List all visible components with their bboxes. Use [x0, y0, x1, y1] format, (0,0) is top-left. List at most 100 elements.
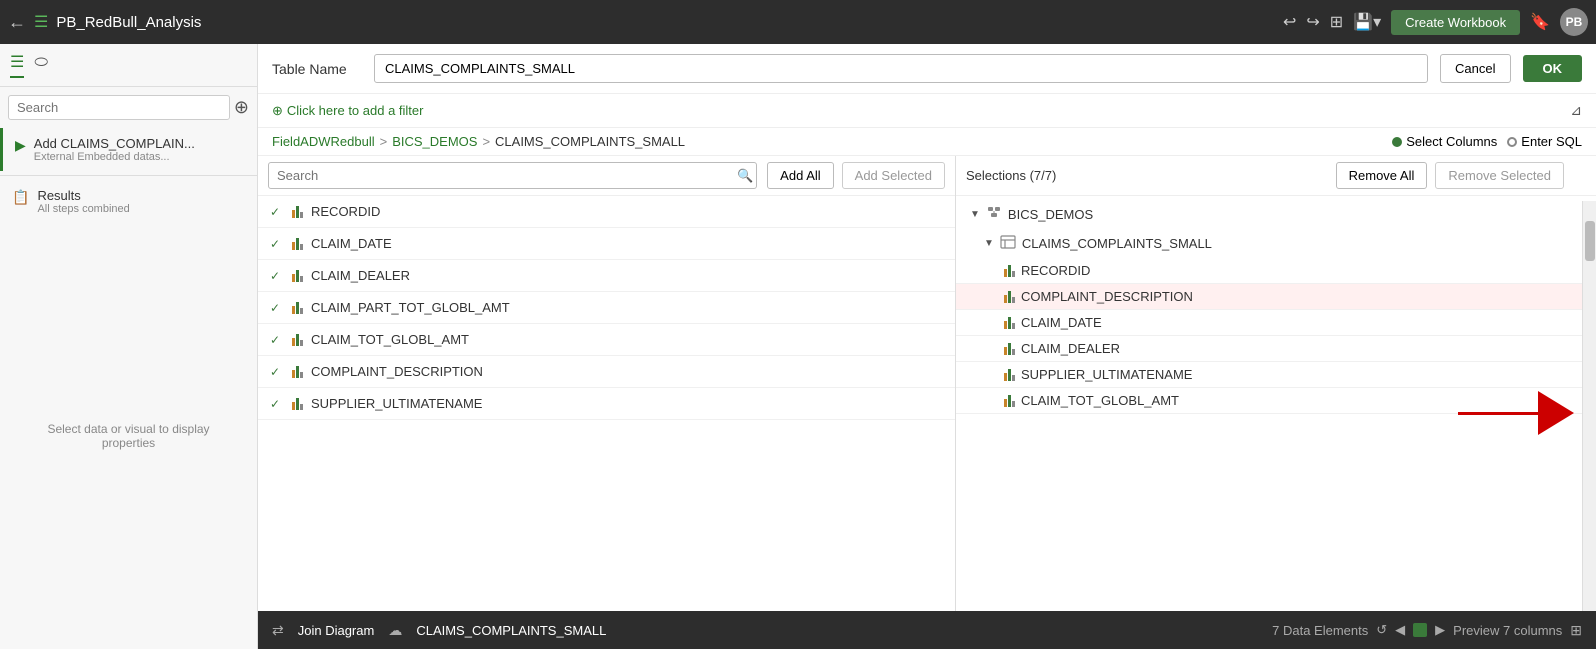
table-name-input[interactable]: [374, 54, 1428, 83]
avatar[interactable]: PB: [1560, 8, 1588, 36]
field-bar-icon: [292, 366, 303, 378]
bottom-right: 7 Data Elements ↺ ◀ ▶ Preview 7 columns …: [1272, 622, 1582, 639]
breadcrumb-row: FieldADWRedbull > BICS_DEMOS > CLAIMS_CO…: [258, 128, 1596, 156]
field-item-supplier[interactable]: ✓ SUPPLIER_ULTIMATENAME: [258, 388, 955, 420]
sidebar-search-input[interactable]: [8, 95, 230, 120]
field-item-recordid[interactable]: ✓ RECORDID: [258, 196, 955, 228]
select-columns-option[interactable]: Select Columns: [1392, 134, 1497, 149]
sidebar-tab-layers[interactable]: ☰: [10, 52, 24, 78]
tree-field-supplier[interactable]: SUPPLIER_ULTIMATENAME: [956, 362, 1596, 388]
breadcrumb-part1[interactable]: FieldADWRedbull: [272, 134, 375, 149]
preview-label: Preview 7 columns: [1453, 623, 1562, 638]
table-icon: [1000, 234, 1016, 253]
redo-button[interactable]: ↪: [1306, 12, 1319, 32]
field-bar-icon: [292, 206, 303, 218]
filter-funnel-icon[interactable]: ⊿: [1570, 102, 1582, 119]
schema-icon: [986, 205, 1002, 224]
tree-field-claim-dealer[interactable]: CLAIM_DEALER: [956, 336, 1596, 362]
field-item-complaint-desc[interactable]: ✓ COMPLAINT_DESCRIPTION: [258, 356, 955, 388]
sidebar-item-add-claims[interactable]: ▶ Add CLAIMS_COMPLAIN... External Embedd…: [0, 128, 257, 171]
check-icon: ✓: [270, 333, 284, 347]
save-button[interactable]: 💾▾: [1353, 12, 1381, 32]
add-all-button[interactable]: Add All: [767, 162, 833, 189]
field-bar-icon: [292, 238, 303, 250]
add-filter-button[interactable]: ⊕ Click here to add a filter: [272, 103, 423, 119]
sidebar-tab-shape[interactable]: ⬭: [34, 54, 48, 76]
field-name: COMPLAINT_DESCRIPTION: [311, 364, 483, 379]
field-label: COMPLAINT_DESCRIPTION: [1021, 289, 1193, 304]
field-bar-icon: [1004, 369, 1015, 381]
content-area: Table Name Cancel OK ⊕ Click here to add…: [258, 44, 1596, 649]
add-filter-plus-icon: ⊕: [272, 103, 283, 119]
preview-green-box[interactable]: [1413, 623, 1427, 637]
selections-title: Selections (7/7): [966, 168, 1328, 183]
field-item-claim-dealer[interactable]: ✓ CLAIM_DEALER: [258, 260, 955, 292]
tree-field-claim-tot[interactable]: CLAIM_TOT_GLOBL_AMT: [956, 388, 1596, 414]
field-bar-icon: [1004, 317, 1015, 329]
remove-selected-button[interactable]: Remove Selected: [1435, 162, 1564, 189]
grid-icon[interactable]: ⊞: [1570, 622, 1582, 639]
ok-button[interactable]: OK: [1523, 55, 1583, 82]
tree-field-recordid[interactable]: RECORDID: [956, 258, 1596, 284]
bottom-bar: ⇄ Join Diagram ☁ CLAIMS_COMPLAINTS_SMALL…: [258, 611, 1596, 649]
nav-right-icon[interactable]: ▶: [1435, 622, 1445, 638]
enter-sql-label: Enter SQL: [1521, 134, 1582, 149]
scrollbar-thumb[interactable]: [1585, 221, 1595, 261]
check-icon: ✓: [270, 269, 284, 283]
check-icon: ✓: [270, 237, 284, 251]
sidebar-add-button[interactable]: ⊕: [234, 97, 249, 118]
field-item-claim-tot[interactable]: ✓ CLAIM_TOT_GLOBL_AMT: [258, 324, 955, 356]
radio-dot-empty: [1507, 137, 1517, 147]
app-title: PB_RedBull_Analysis: [56, 14, 1275, 31]
tree-field-complaint-desc[interactable]: COMPLAINT_DESCRIPTION: [956, 284, 1596, 310]
selection-tree: ▼ BICS_DEMOS ▼ CLAIMS_COMPLAINTS_SMALL: [956, 196, 1596, 611]
data-elements-label: 7 Data Elements: [1272, 623, 1368, 638]
panels: 🔍 Add All Add Selected ✓ RECORDID ✓ CLAI…: [258, 156, 1596, 611]
enter-sql-option[interactable]: Enter SQL: [1507, 134, 1582, 149]
top-actions: ↩ ↪ ⊞ 💾▾ Create Workbook 🔖 PB: [1283, 8, 1588, 36]
tree-node-claims-table[interactable]: ▼ CLAIMS_COMPLAINTS_SMALL: [956, 229, 1596, 258]
breadcrumb-sep2: >: [482, 134, 490, 149]
undo-button[interactable]: ↩: [1283, 12, 1296, 32]
create-workbook-button[interactable]: Create Workbook: [1391, 10, 1520, 35]
join-diagram-label[interactable]: Join Diagram: [298, 623, 375, 638]
table-label[interactable]: CLAIMS_COMPLAINTS_SMALL: [416, 623, 606, 638]
frame-button[interactable]: ⊞: [1330, 12, 1343, 32]
sidebar-search-row: ⊕: [0, 87, 257, 128]
right-panel: Selections (7/7) Remove All Remove Selec…: [956, 156, 1596, 611]
field-bar-icon: [292, 302, 303, 314]
field-item-claim-date[interactable]: ✓ CLAIM_DATE: [258, 228, 955, 260]
remove-all-button[interactable]: Remove All: [1336, 162, 1428, 189]
sidebar-item-results[interactable]: 📋 Results All steps combined: [0, 180, 257, 223]
field-item-claim-part-tot[interactable]: ✓ CLAIM_PART_TOT_GLOBL_AMT: [258, 292, 955, 324]
cancel-button[interactable]: Cancel: [1440, 54, 1510, 83]
field-name: RECORDID: [311, 204, 380, 219]
breadcrumb-part2[interactable]: BICS_DEMOS: [392, 134, 477, 149]
right-scrollbar[interactable]: [1582, 201, 1596, 611]
bookmark-icon[interactable]: 🔖: [1530, 12, 1550, 32]
field-label: SUPPLIER_ULTIMATENAME: [1021, 367, 1192, 382]
tree-node-bics-demos[interactable]: ▼ BICS_DEMOS: [956, 200, 1596, 229]
field-search-input[interactable]: [268, 162, 757, 189]
join-diagram-icon[interactable]: ⇄: [272, 622, 284, 639]
table-name-label: Table Name: [272, 61, 362, 77]
field-bar-icon: [1004, 265, 1015, 277]
refresh-icon[interactable]: ↺: [1376, 622, 1387, 638]
table-name-row: Table Name Cancel OK: [258, 44, 1596, 94]
tree-field-claim-date[interactable]: CLAIM_DATE: [956, 310, 1596, 336]
field-name: SUPPLIER_ULTIMATENAME: [311, 396, 482, 411]
add-selected-button[interactable]: Add Selected: [842, 162, 945, 189]
breadcrumb-options: Select Columns Enter SQL: [1392, 134, 1582, 149]
back-button[interactable]: ←: [8, 12, 26, 33]
results-subtitle: All steps combined: [37, 203, 129, 215]
sidebar: ☰ ⬭ ⊕ ▶ Add CLAIMS_COMPLAIN... External …: [0, 44, 258, 649]
breadcrumb-sep1: >: [380, 134, 388, 149]
field-label: RECORDID: [1021, 263, 1090, 278]
radio-dot-selected: [1392, 137, 1402, 147]
arrow-right-icon: ▶: [15, 137, 26, 154]
nav-left-icon[interactable]: ◀: [1395, 622, 1405, 638]
search-icon: 🔍: [737, 168, 753, 184]
filter-row: ⊕ Click here to add a filter ⊿: [258, 94, 1596, 128]
left-panel: 🔍 Add All Add Selected ✓ RECORDID ✓ CLAI…: [258, 156, 956, 611]
check-icon: ✓: [270, 365, 284, 379]
